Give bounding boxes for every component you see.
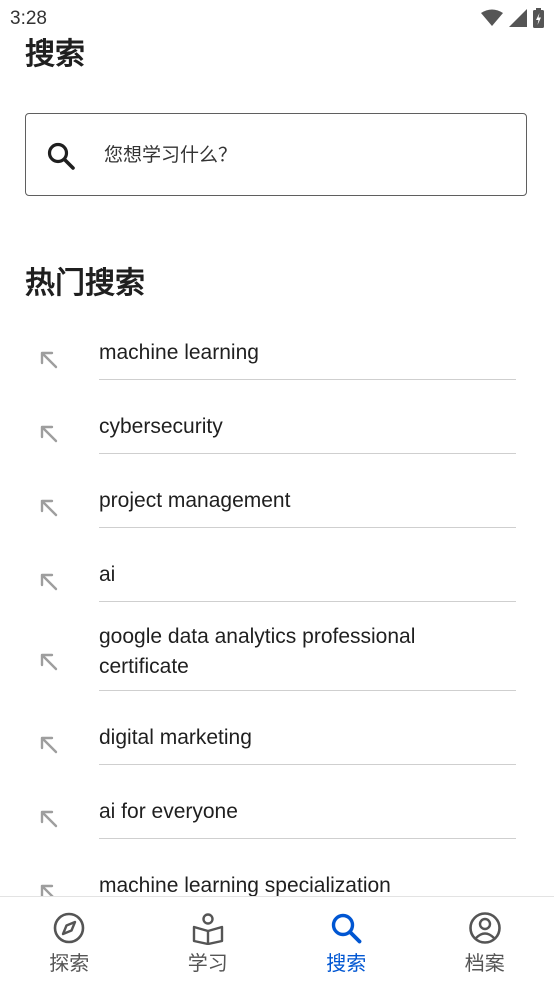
list-item-label: machine learning xyxy=(99,338,499,368)
search-box[interactable] xyxy=(25,113,527,196)
list-item-label: ai xyxy=(99,560,499,590)
list-item-label: machine learning specialization xyxy=(99,871,499,896)
arrow-up-left-icon xyxy=(36,732,62,758)
arrow-up-left-icon xyxy=(36,495,62,521)
list-item[interactable]: machine learning specialization xyxy=(0,857,554,896)
nav-item-learn[interactable]: 学习 xyxy=(139,897,278,985)
list-item[interactable]: digital marketing xyxy=(0,709,554,783)
arrow-up-left-icon xyxy=(36,649,62,675)
arrow-up-left-icon xyxy=(36,347,62,373)
nav-label-learn: 学习 xyxy=(139,947,278,976)
page-title: 搜索 xyxy=(25,36,85,74)
list-item-label: cybersecurity xyxy=(99,412,499,442)
search-icon xyxy=(329,911,363,945)
arrow-up-left-icon xyxy=(36,421,62,447)
status-bar: 3:28 xyxy=(0,0,554,36)
divider xyxy=(99,764,516,765)
divider xyxy=(99,453,516,454)
list-item-label: project management xyxy=(99,486,499,516)
popular-searches-title: 热门搜索 xyxy=(25,264,145,304)
divider xyxy=(99,601,516,602)
search-input[interactable] xyxy=(104,134,504,176)
bottom-nav: 探索 学习 搜索 档案 xyxy=(0,896,554,985)
list-item[interactable]: google data analytics professional certi… xyxy=(0,620,554,709)
list-item-label: digital marketing xyxy=(99,723,499,753)
nav-item-explore[interactable]: 探索 xyxy=(0,897,139,985)
list-item[interactable]: project management xyxy=(0,472,554,546)
popular-searches-list: machine learning cybersecurity project m… xyxy=(0,324,554,896)
divider xyxy=(99,690,516,691)
wifi-icon xyxy=(481,9,503,27)
status-time: 3:28 xyxy=(10,8,47,30)
nav-label-search: 搜索 xyxy=(277,947,416,976)
nav-label-profile: 档案 xyxy=(416,947,554,976)
signal-icon xyxy=(509,9,527,27)
list-item[interactable]: ai xyxy=(0,546,554,620)
list-item[interactable]: ai for everyone xyxy=(0,783,554,857)
search-icon xyxy=(45,140,77,172)
arrow-up-left-icon xyxy=(36,569,62,595)
list-item[interactable]: cybersecurity xyxy=(0,398,554,472)
status-icons xyxy=(481,8,544,28)
battery-icon xyxy=(533,8,544,28)
arrow-up-left-icon xyxy=(36,806,62,832)
list-item-label: google data analytics professional certi… xyxy=(99,622,499,682)
list-item[interactable]: machine learning xyxy=(0,324,554,398)
divider xyxy=(99,838,516,839)
nav-item-search[interactable]: 搜索 xyxy=(277,897,416,985)
book-person-icon xyxy=(191,911,225,945)
list-item-label: ai for everyone xyxy=(99,797,499,827)
arrow-up-left-icon xyxy=(36,880,62,896)
compass-icon xyxy=(52,911,86,945)
profile-icon xyxy=(468,911,502,945)
divider xyxy=(99,527,516,528)
nav-item-profile[interactable]: 档案 xyxy=(416,897,554,985)
divider xyxy=(99,379,516,380)
nav-label-explore: 探索 xyxy=(0,947,139,976)
